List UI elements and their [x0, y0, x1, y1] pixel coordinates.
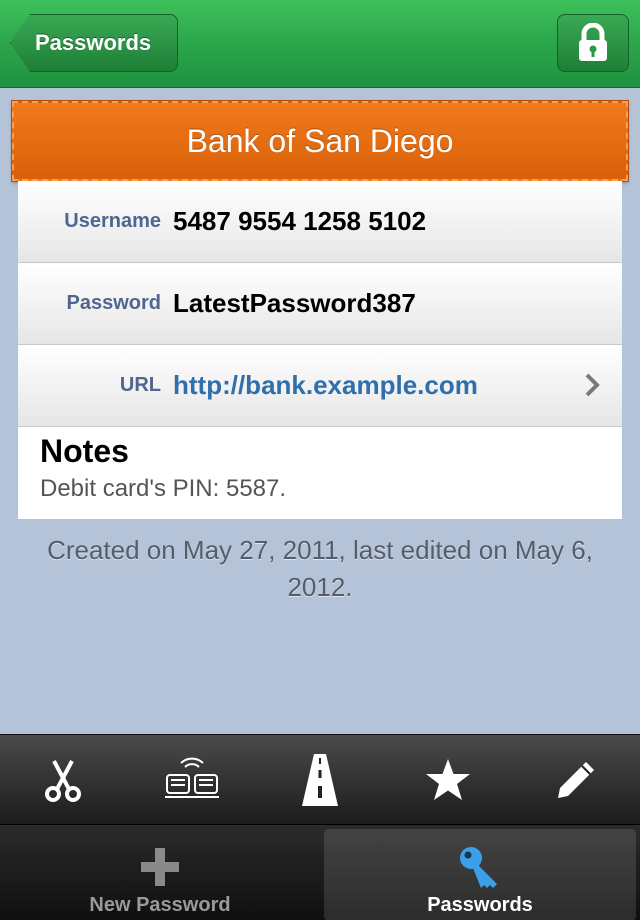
entry-title-banner: Bank of San Diego [11, 100, 629, 182]
entry-meta: Created on May 27, 2011, last edited on … [47, 535, 593, 602]
plus-icon [141, 848, 179, 886]
tab-bar: New Password Passwords [0, 824, 640, 920]
road-icon [302, 753, 338, 806]
sync-icon [165, 757, 219, 798]
notes-body: Debit card's PIN: 5587. [40, 475, 287, 502]
notes-title: Notes [40, 433, 129, 469]
star-icon [426, 758, 470, 800]
back-button-label: Passwords [35, 30, 152, 55]
username-row[interactable]: Username 5487 9554 1258 5102 [18, 181, 622, 263]
key-icon [460, 847, 497, 888]
nav-bar: Passwords [0, 0, 640, 88]
tab-passwords[interactable]: Passwords [324, 829, 636, 920]
tab-new-password-label: New Password [89, 894, 231, 916]
lock-button[interactable] [557, 14, 629, 72]
back-button[interactable]: Passwords [10, 14, 178, 72]
password-label: Password [66, 292, 161, 314]
password-value: LatestPassword387 [173, 288, 416, 318]
scissors-icon [45, 759, 81, 802]
url-label: URL [119, 374, 161, 396]
edit-button[interactable] [546, 750, 606, 810]
entry-title: Bank of San Diego [186, 122, 454, 159]
toolbar [0, 734, 640, 824]
pencil-icon [558, 761, 594, 798]
lock-icon [579, 23, 607, 61]
password-row[interactable]: Password LatestPassword387 [18, 263, 622, 345]
sync-button[interactable] [162, 750, 222, 810]
tab-passwords-label: Passwords [427, 894, 533, 916]
favorite-button[interactable] [418, 750, 478, 810]
url-link[interactable]: http://bank.example.com [173, 370, 478, 401]
username-label: Username [64, 210, 161, 232]
entry-card: Username 5487 9554 1258 5102 Password La… [18, 181, 622, 519]
url-row[interactable]: URL http://bank.example.com [18, 345, 622, 427]
tab-new-password[interactable]: New Password [4, 829, 316, 920]
cut-button[interactable] [34, 750, 94, 810]
username-value: 5487 9554 1258 5102 [173, 206, 427, 236]
road-button[interactable] [290, 750, 350, 810]
chevron-right-icon [585, 373, 600, 397]
notes-section: Notes Debit card's PIN: 5587. [18, 427, 622, 503]
